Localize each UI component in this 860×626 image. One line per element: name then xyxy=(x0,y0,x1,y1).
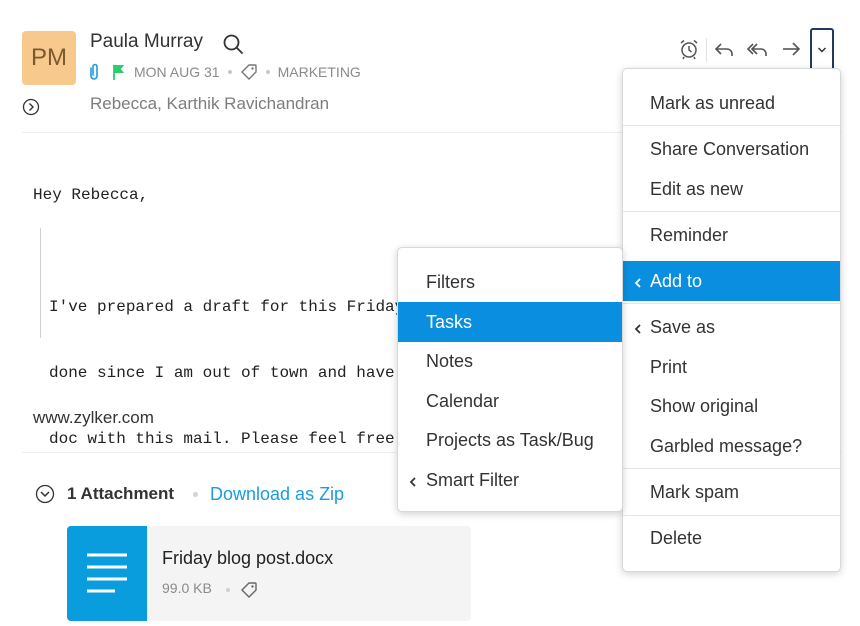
attachment-name[interactable]: Friday blog post.docx xyxy=(162,548,333,569)
submenu-item-filters[interactable]: Filters xyxy=(398,262,622,302)
attachment-size: 99.0 KB xyxy=(162,580,212,596)
separator-dot xyxy=(227,70,232,74)
more-actions-menu: Mark as unread Share Conversation Edit a… xyxy=(622,68,841,572)
collapse-attachments-icon[interactable] xyxy=(35,484,55,504)
separator-dot xyxy=(226,588,230,592)
menu-item-show-original[interactable]: Show original xyxy=(623,386,840,426)
more-actions-button[interactable] xyxy=(810,28,834,72)
menu-item-label: Notes xyxy=(426,350,474,371)
menu-divider xyxy=(623,125,840,126)
menu-item-label: Show original xyxy=(650,395,759,416)
menu-item-reminder[interactable]: Reminder xyxy=(623,215,840,255)
chevron-down-icon xyxy=(817,46,827,54)
sender-name[interactable]: Paula Murray xyxy=(90,31,203,53)
signature-website[interactable]: www.zylker.com xyxy=(33,408,154,428)
tag-icon[interactable] xyxy=(240,581,258,599)
menu-item-label: Calendar xyxy=(426,390,500,411)
separator-dot xyxy=(265,70,270,74)
search-icon[interactable] xyxy=(222,33,244,55)
chevron-left-icon xyxy=(408,473,418,487)
avatar[interactable]: PM xyxy=(22,31,76,85)
menu-item-label: Smart Filter xyxy=(426,469,520,490)
quote-line: I've prepared a draft for this Friday's … xyxy=(49,298,399,316)
menu-item-label: Share Conversation xyxy=(650,138,810,159)
menu-item-label: Add to xyxy=(650,270,703,291)
submenu-item-notes[interactable]: Notes xyxy=(398,341,622,381)
menu-divider xyxy=(623,515,840,516)
message-meta: MON AUG 31 MARKETING xyxy=(88,62,361,82)
menu-item-label: Mark as unread xyxy=(650,92,776,113)
menu-item-label: Filters xyxy=(426,271,475,292)
reply-icon[interactable] xyxy=(713,38,735,60)
expand-details-icon[interactable] xyxy=(22,98,40,116)
menu-item-label: Tasks xyxy=(426,311,473,332)
quote-line: done since I am out of town and have xyxy=(49,364,395,382)
alarm-clock-icon[interactable] xyxy=(678,38,700,60)
attachment-icon xyxy=(88,63,100,81)
menu-item-edit-as-new[interactable]: Edit as new xyxy=(623,169,840,209)
quoted-text: I've prepared a draft for this Friday's … xyxy=(49,252,399,472)
menu-item-label: Delete xyxy=(650,527,703,548)
submenu-item-calendar[interactable]: Calendar xyxy=(398,381,622,421)
submenu-item-projects[interactable]: Projects as Task/Bug xyxy=(398,420,622,460)
menu-item-delete[interactable]: Delete xyxy=(623,518,840,558)
menu-item-mark-as-unread[interactable]: Mark as unread xyxy=(623,83,840,123)
email-greeting: Hey Rebecca, xyxy=(33,186,149,204)
menu-item-share-conversation[interactable]: Share Conversation xyxy=(623,129,840,169)
download-zip-link[interactable]: Download as Zip xyxy=(210,484,344,505)
separator-dot xyxy=(193,492,198,497)
add-to-submenu: Filters Tasks Notes Calendar Projects as… xyxy=(397,247,623,512)
menu-item-label: Edit as new xyxy=(650,178,744,199)
flag-icon[interactable] xyxy=(112,63,126,81)
menu-divider xyxy=(623,211,840,212)
menu-item-label: Garbled message? xyxy=(650,435,803,456)
message-date: MON AUG 31 xyxy=(134,64,220,80)
menu-item-garbled-message[interactable]: Garbled message? xyxy=(623,426,840,466)
submenu-item-tasks[interactable]: Tasks xyxy=(398,302,622,342)
document-icon[interactable] xyxy=(67,526,147,621)
menu-item-label: Projects as Task/Bug xyxy=(426,429,594,450)
reply-all-icon[interactable] xyxy=(746,38,768,60)
menu-divider xyxy=(623,468,840,469)
submenu-item-smart-filter[interactable]: Smart Filter xyxy=(398,460,622,500)
menu-item-mark-spam[interactable]: Mark spam xyxy=(623,472,840,512)
quote-line: doc with this mail. Please feel free to … xyxy=(49,430,395,448)
menu-item-label: Save as xyxy=(650,316,716,337)
menu-item-add-to[interactable]: Add to xyxy=(623,261,840,301)
tag-icon[interactable] xyxy=(240,63,258,81)
forward-icon[interactable] xyxy=(780,38,802,60)
menu-item-label: Print xyxy=(650,356,688,377)
attachment-count: 1 Attachment xyxy=(67,484,175,503)
menu-item-save-as[interactable]: Save as xyxy=(623,307,840,347)
label-badge[interactable]: MARKETING xyxy=(278,64,361,80)
menu-item-print[interactable]: Print xyxy=(623,347,840,387)
menu-divider xyxy=(623,303,840,304)
chevron-left-icon xyxy=(633,320,643,334)
chevron-left-icon xyxy=(633,274,643,288)
toolbar-separator xyxy=(706,38,707,62)
menu-item-label: Mark spam xyxy=(650,481,740,502)
recipients[interactable]: Rebecca, Karthik Ravichandran xyxy=(90,94,329,114)
quote-bar xyxy=(40,228,41,338)
menu-item-label: Reminder xyxy=(650,224,729,245)
